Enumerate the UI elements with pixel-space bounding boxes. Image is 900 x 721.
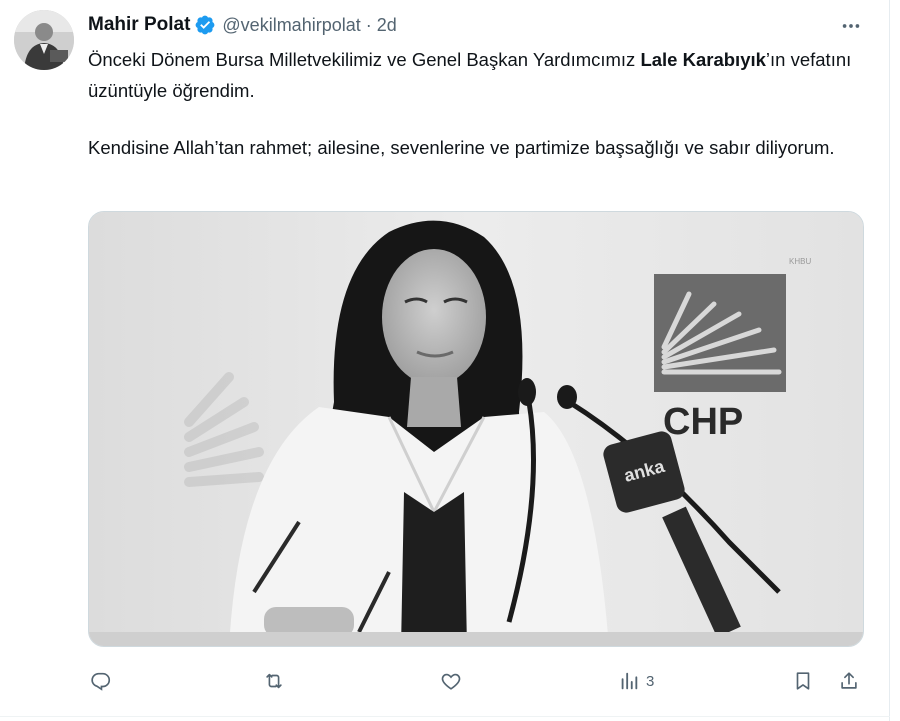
author-handle[interactable]: @vekilmahirpolat [222,15,360,36]
watermark-text: KHBU [789,257,811,266]
timestamp[interactable]: 2d [377,15,397,36]
views-button[interactable]: 3 [618,664,654,698]
sign-text: CHP [663,401,743,443]
action-bar: 3 [88,664,868,700]
like-button[interactable] [440,664,468,698]
verified-badge-icon [196,15,215,35]
text-span: Önceki Dönem Bursa Milletvekilimiz ve Ge… [88,49,641,70]
more-button[interactable] [836,14,866,38]
reply-button[interactable] [90,664,118,698]
tweet-photo[interactable]: CHP KHBU anka [88,211,864,647]
share-icon [841,672,857,689]
bookmark-button[interactable] [792,664,814,698]
tweet-paragraph: Kendisine Allah’tan rahmet; ailesine, se… [88,137,835,158]
tweet-paragraph: Önceki Dönem Bursa Milletvekilimiz ve Ge… [88,44,868,106]
divider [889,0,890,721]
retweet-icon [266,673,282,689]
reply-icon [91,672,111,691]
photo-image: CHP KHBU anka [89,212,863,646]
bookmark-icon [796,672,810,690]
share-button[interactable] [838,664,860,698]
bold-name: Lale Karabıyık [640,49,766,70]
tweet-text: Önceki Dönem Bursa Milletvekilimiz ve Ge… [88,44,868,163]
views-count: 3 [646,672,655,690]
views-icon [621,672,638,690]
separator-dot: · [365,14,372,35]
retweet-button[interactable] [263,664,291,698]
more-icon [842,24,860,28]
avatar[interactable] [14,10,74,70]
divider [0,716,890,717]
heart-icon [441,673,461,690]
author-name[interactable]: Mahir Polat [88,14,190,36]
tweet-card[interactable]: Mahir Polat @vekilmahirpolat · 2d Önceki… [0,0,900,721]
tweet-header: Mahir Polat @vekilmahirpolat · 2d [88,12,397,38]
